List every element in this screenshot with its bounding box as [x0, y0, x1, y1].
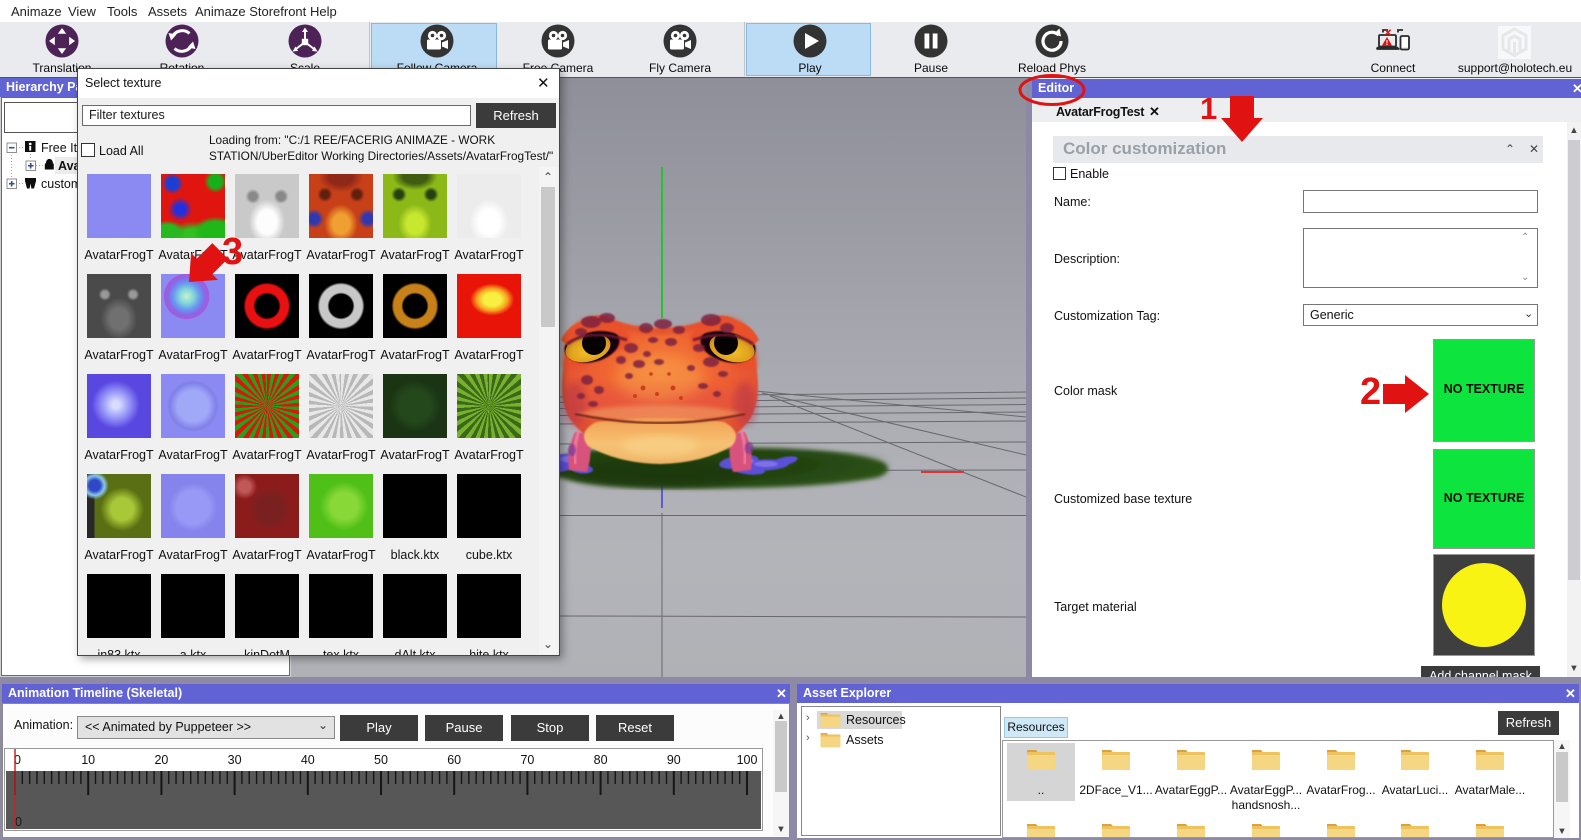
svg-text:50: 50: [374, 753, 388, 767]
svg-text:90: 90: [667, 753, 681, 767]
svg-text:40: 40: [301, 753, 315, 767]
svg-text:30: 30: [228, 753, 242, 767]
svg-text:!: !: [1386, 38, 1389, 47]
svg-text:60: 60: [447, 753, 461, 767]
svg-text:20: 20: [154, 753, 168, 767]
svg-text:0: 0: [15, 815, 22, 829]
svg-text:70: 70: [520, 753, 534, 767]
svg-text:100: 100: [737, 753, 758, 767]
svg-text:80: 80: [594, 753, 608, 767]
svg-text:10: 10: [81, 753, 95, 767]
